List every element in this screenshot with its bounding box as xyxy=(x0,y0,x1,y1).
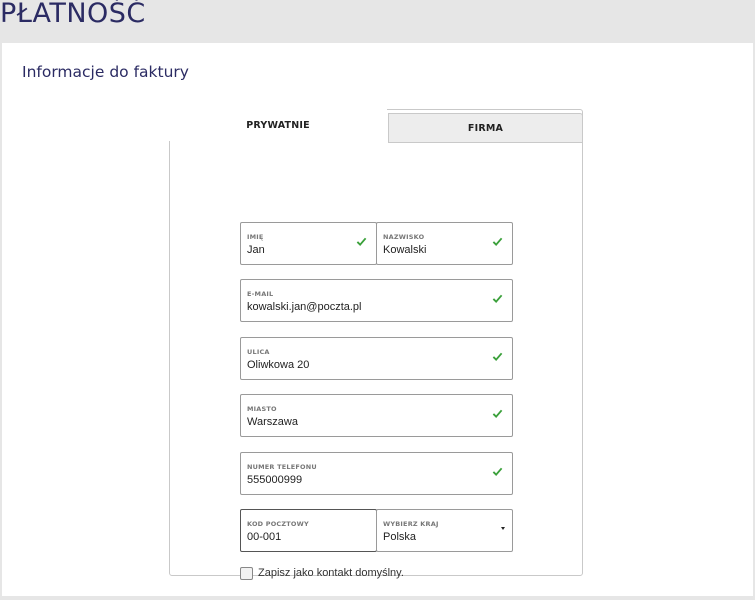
tab-private[interactable]: PRYWATNIE xyxy=(169,109,387,141)
page-title: PŁATNOŚĆ xyxy=(0,0,146,29)
city-value: Warszawa xyxy=(247,416,298,428)
section-title: Informacje do faktury xyxy=(22,63,189,81)
postal-code-field[interactable]: KOD POCZTOWY 00-001 xyxy=(240,509,377,552)
country-label: WYBIERZ KRAJ xyxy=(383,520,439,528)
phone-label: NUMER TELEFONU xyxy=(247,463,317,471)
first-name-field[interactable]: IMIĘ Jan xyxy=(240,222,377,265)
email-value: kowalski.jan@poczta.pl xyxy=(247,301,362,313)
checkmark-icon xyxy=(492,237,503,247)
postal-code-value: 00-001 xyxy=(247,531,282,543)
first-name-value: Jan xyxy=(247,244,265,256)
checkmark-icon xyxy=(492,409,503,419)
city-field[interactable]: MIASTO Warszawa xyxy=(240,394,513,437)
street-field[interactable]: ULICA Oliwkowa 20 xyxy=(240,337,513,380)
save-default-checkbox[interactable] xyxy=(240,567,253,580)
email-field[interactable]: E-MAIL kowalski.jan@poczta.pl xyxy=(240,279,513,322)
last-name-label: NAZWISKO xyxy=(383,233,425,241)
caret-down-icon xyxy=(501,527,505,530)
last-name-field[interactable]: NAZWISKO Kowalski xyxy=(376,222,513,265)
email-label: E-MAIL xyxy=(247,290,274,298)
postal-code-label: KOD POCZTOWY xyxy=(247,520,309,528)
checkmark-icon xyxy=(492,467,503,477)
first-name-label: IMIĘ xyxy=(247,233,264,241)
invoice-form-panel: FIRMA PRYWATNIE IMIĘ Jan NAZWISKO Kowals… xyxy=(169,109,583,580)
save-default-label[interactable]: Zapisz jako kontakt domyślny. xyxy=(258,567,404,579)
phone-field[interactable]: NUMER TELEFONU 555000999 xyxy=(240,452,513,495)
checkmark-icon xyxy=(492,294,503,304)
country-select[interactable]: WYBIERZ KRAJ Polska xyxy=(376,509,513,552)
checkmark-icon xyxy=(356,237,367,247)
content-card: Informacje do faktury FIRMA PRYWATNIE IM… xyxy=(2,43,753,596)
street-value: Oliwkowa 20 xyxy=(247,359,310,371)
checkmark-icon xyxy=(492,352,503,362)
country-value: Polska xyxy=(383,531,417,543)
last-name-value: Kowalski xyxy=(383,244,427,256)
street-label: ULICA xyxy=(247,348,270,356)
phone-value: 555000999 xyxy=(247,474,303,486)
city-label: MIASTO xyxy=(247,405,277,413)
tab-company[interactable]: FIRMA xyxy=(388,113,583,143)
